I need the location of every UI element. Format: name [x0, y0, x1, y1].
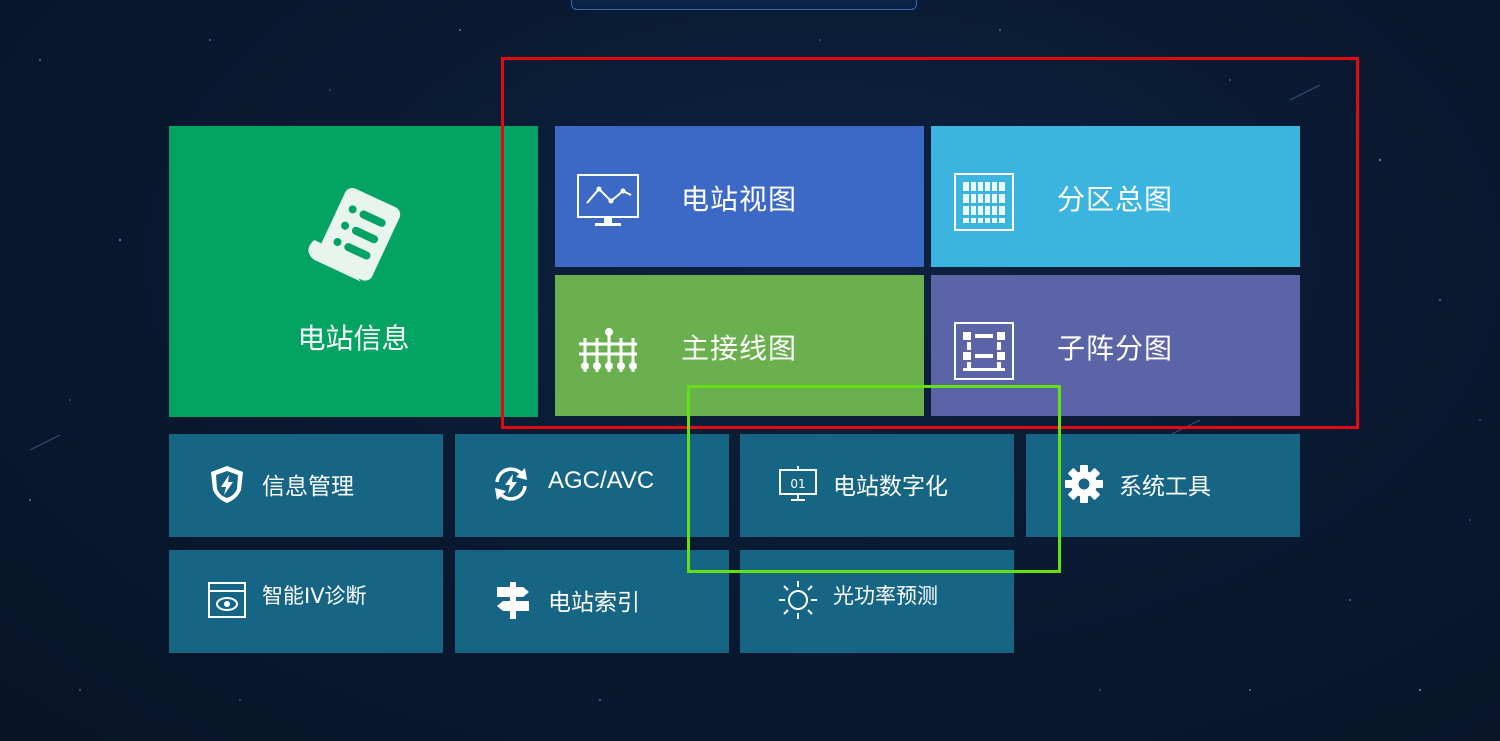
signpost-icon [497, 582, 529, 619]
shield-bolt-icon [211, 466, 243, 503]
tile-power-forecast[interactable]: 光功率预测 [740, 550, 1014, 653]
document-list-icon [307, 187, 400, 282]
tile-label: 电站索引 [548, 590, 640, 616]
tile-main-wiring[interactable]: 主接线图 [555, 275, 924, 416]
tile-station-view[interactable]: 电站视图 [555, 126, 924, 267]
tile-label: 子阵分图 [1057, 332, 1174, 365]
wiring-diagram-icon [579, 328, 637, 372]
tile-label: 智能IV诊断 [262, 584, 367, 608]
grid-icon [954, 173, 1014, 231]
tile-label: 电站数字化 [833, 474, 948, 500]
monitor-01-icon: 01 [779, 466, 817, 501]
tile-zone-overview[interactable]: 分区总图 [931, 126, 1300, 267]
tile-label: AGC/AVC [548, 467, 655, 494]
top-nav-bar [571, 0, 917, 10]
cycle-bolt-icon [495, 467, 527, 501]
tile-station-info[interactable]: 电站信息 [169, 126, 538, 417]
tile-iv-diagnosis[interactable]: 智能IV诊断 [169, 550, 443, 653]
monitor-chart-icon [577, 174, 639, 226]
window-eye-icon [208, 582, 246, 618]
tile-agc-avc[interactable]: AGC/AVC [455, 434, 729, 537]
tile-label: 信息管理 [262, 474, 354, 500]
tile-info-management[interactable]: 信息管理 [169, 434, 443, 537]
sun-icon [779, 581, 817, 619]
tile-station-digital[interactable]: 01 电站数字化 [740, 434, 1014, 537]
tile-label: 光功率预测 [833, 584, 938, 608]
tile-label: 主接线图 [681, 332, 798, 365]
tile-label: 分区总图 [1057, 183, 1174, 216]
icon-text: 01 [790, 477, 805, 491]
tile-system-tools[interactable]: 系统工具 [1026, 434, 1300, 537]
subarray-icon [954, 322, 1014, 380]
tile-label: 电站信息 [297, 321, 410, 355]
tile-subarray[interactable]: 子阵分图 [931, 275, 1300, 416]
tile-label: 电站视图 [681, 183, 798, 216]
tile-label: 系统工具 [1119, 474, 1211, 500]
tile-station-index[interactable]: 电站索引 [455, 550, 729, 653]
gear-icon [1065, 465, 1103, 503]
